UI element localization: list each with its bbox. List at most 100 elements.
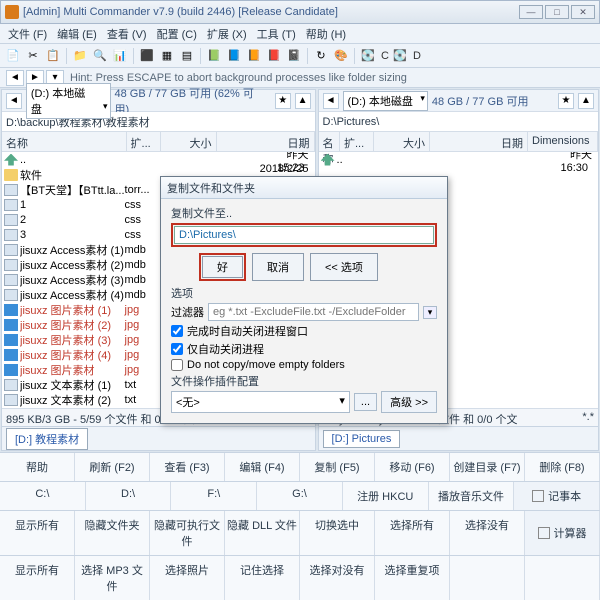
tool-launcher[interactable]: 计算器	[525, 511, 600, 555]
right-favorite-icon[interactable]: ★	[558, 93, 574, 109]
func-button[interactable]: 选择没有	[450, 511, 525, 555]
tool-launcher[interactable]: 记事本	[514, 482, 600, 510]
menu-extensions[interactable]: 扩展 (X)	[203, 24, 251, 44]
file-row[interactable]: ..昨天 16:30	[319, 152, 598, 167]
minimize-button[interactable]: —	[519, 5, 543, 19]
plugin-browse-button[interactable]: ...	[354, 393, 377, 411]
autoclose-only-checkbox[interactable]	[171, 343, 183, 355]
tool-icon[interactable]: 📙	[245, 47, 263, 65]
tool-cut-icon[interactable]: ✂	[24, 47, 42, 65]
func-button[interactable]: 查看 (F3)	[150, 453, 225, 481]
left-tab[interactable]: [D:] 教程素材	[6, 428, 88, 450]
func-button[interactable]: 复制 (F5)	[300, 453, 375, 481]
menu-file[interactable]: 文件 (F)	[4, 24, 51, 44]
file-icon	[4, 274, 18, 286]
destination-input[interactable]	[174, 226, 434, 244]
file-icon	[4, 184, 18, 196]
func-button[interactable]: 隐藏 DLL 文件	[225, 511, 300, 555]
hint-text: Hint: Press ESCAPE to abort background p…	[70, 72, 407, 84]
dialog-title: 复制文件和文件夹	[161, 177, 447, 199]
func-button[interactable]: D:\	[86, 482, 172, 510]
options-toggle-button[interactable]: << 选项	[310, 253, 378, 281]
menu-edit[interactable]: 编辑 (E)	[53, 24, 101, 44]
tool-icon[interactable]: 🎨	[332, 47, 350, 65]
func-button[interactable]: 移动 (F6)	[375, 453, 450, 481]
right-path[interactable]: D:\Pictures\	[319, 112, 598, 132]
func-button[interactable]	[525, 556, 600, 600]
options-label: 选项	[171, 285, 437, 301]
func-button[interactable]: 编辑 (F4)	[225, 453, 300, 481]
menu-help[interactable]: 帮助 (H)	[302, 24, 350, 44]
file-icon	[4, 214, 18, 226]
menu-tools[interactable]: 工具 (T)	[253, 24, 300, 44]
left-back-icon[interactable]: ◄	[6, 93, 22, 109]
autoclose-checkbox[interactable]	[171, 325, 183, 337]
func-button[interactable]: 注册 HKCU	[343, 482, 429, 510]
left-column-header[interactable]: 名称 扩... 大小 日期	[2, 132, 315, 152]
func-button[interactable]: 显示所有	[0, 511, 75, 555]
func-button[interactable]: 选择 MP3 文件	[75, 556, 150, 600]
func-button[interactable]: 隐藏文件夹	[75, 511, 150, 555]
func-button[interactable]: 记住选择	[225, 556, 300, 600]
advanced-button[interactable]: 高级 >>	[381, 391, 437, 413]
tool-icon[interactable]: 📊	[111, 47, 129, 65]
right-back-icon[interactable]: ◄	[323, 93, 339, 109]
plugin-select[interactable]: <无> ▾	[171, 391, 350, 413]
func-button[interactable]: 切换选中	[300, 511, 375, 555]
filter-label: 过滤器	[171, 304, 204, 320]
maximize-button[interactable]: □	[545, 5, 569, 19]
left-drive-select[interactable]: (D:) 本地磁盘	[26, 83, 111, 119]
right-column-header[interactable]: 名称 扩... 大小 日期 Dimensions	[319, 132, 598, 152]
right-up-icon[interactable]: ▲	[578, 93, 594, 109]
left-up-icon[interactable]: ▲	[295, 93, 311, 109]
nav-back-icon[interactable]: ◄	[6, 70, 24, 86]
menu-view[interactable]: 查看 (V)	[103, 24, 151, 44]
func-button[interactable]: 创建目录 (F7)	[450, 453, 525, 481]
window-title: [Admin] Multi Commander v7.9 (build 2446…	[23, 6, 519, 18]
app-icon	[5, 5, 19, 19]
func-button[interactable]: 显示所有	[0, 556, 75, 600]
func-button[interactable]: G:\	[257, 482, 343, 510]
tool-icon[interactable]: ⬛	[138, 47, 156, 65]
func-button[interactable]	[450, 556, 525, 600]
func-button[interactable]: F:\	[171, 482, 257, 510]
right-drive-select[interactable]: (D:) 本地磁盘	[343, 91, 428, 111]
func-button[interactable]: C:\	[0, 482, 86, 510]
tool-icon[interactable]: ↻	[312, 47, 330, 65]
tool-paste-icon[interactable]: 📋	[44, 47, 62, 65]
filter-dropdown-icon[interactable]: ▾	[423, 306, 437, 319]
func-button[interactable]: 帮助	[0, 453, 75, 481]
tool-icon[interactable]: 📓	[285, 47, 303, 65]
cancel-button[interactable]: 取消	[252, 253, 304, 281]
tool-icon[interactable]: 📕	[265, 47, 283, 65]
func-button[interactable]: 选择重复项	[375, 556, 450, 600]
tool-icon[interactable]: 📗	[205, 47, 223, 65]
func-button[interactable]: 选择照片	[150, 556, 225, 600]
func-button[interactable]: 播放音乐文件	[429, 482, 515, 510]
ok-button[interactable]: 好	[202, 256, 243, 278]
drive-c-icon[interactable]: 💽	[359, 47, 377, 65]
func-button[interactable]: 刷新 (F2)	[75, 453, 150, 481]
tool-icon[interactable]: ▤	[178, 47, 196, 65]
drive-d-icon[interactable]: 💽	[391, 47, 409, 65]
right-tab[interactable]: [D:] Pictures	[323, 430, 401, 448]
menu-config[interactable]: 配置 (C)	[153, 24, 201, 44]
jpg-icon	[4, 364, 18, 376]
tool-icon[interactable]: 📁	[71, 47, 89, 65]
tool-icon[interactable]: ▦	[158, 47, 176, 65]
tool-icon[interactable]: 🔍	[91, 47, 109, 65]
func-button[interactable]: 选择所有	[375, 511, 450, 555]
close-button[interactable]: ✕	[571, 5, 595, 19]
app-icon	[532, 490, 544, 502]
left-favorite-icon[interactable]: ★	[275, 93, 291, 109]
skip-empty-checkbox[interactable]	[171, 359, 183, 371]
jpg-icon	[4, 319, 18, 331]
func-button[interactable]: 选择对没有	[300, 556, 375, 600]
file-icon	[4, 379, 18, 391]
file-icon	[4, 229, 18, 241]
func-button[interactable]: 删除 (F8)	[525, 453, 600, 481]
tool-icon[interactable]: 📘	[225, 47, 243, 65]
filter-input[interactable]	[208, 303, 419, 321]
tool-copy-icon[interactable]: 📄	[4, 47, 22, 65]
func-button[interactable]: 隐藏可执行文件	[150, 511, 225, 555]
